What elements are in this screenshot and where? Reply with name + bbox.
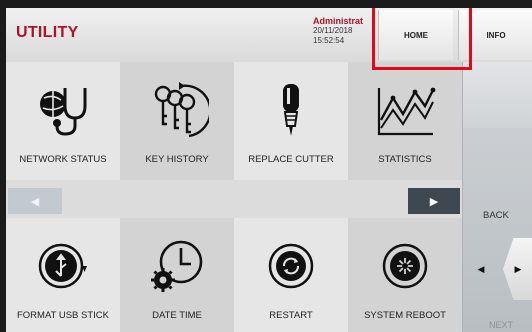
tile-label: FORMAT USB STICK bbox=[16, 310, 110, 321]
nav-left-button[interactable]: ◀ bbox=[471, 258, 491, 280]
next-button[interactable]: NEXT bbox=[489, 320, 513, 330]
date-time-icon bbox=[145, 236, 209, 296]
current-date: 20/11/2018 bbox=[313, 26, 353, 35]
page-title: UTILITY bbox=[16, 24, 79, 41]
chevron-right-icon: ▶ bbox=[429, 195, 439, 208]
utility-grid: NETWORK STATUS KEY HISTORY REPLACE CUTTE… bbox=[6, 62, 462, 332]
tile-system-reboot[interactable]: SYSTEM REBOOT bbox=[348, 218, 462, 332]
tile-label: REPLACE CUTTER bbox=[248, 154, 334, 165]
current-time: 15:52:54 bbox=[313, 36, 345, 45]
utility-screen: UTILITY Administrat 20/11/2018 15:52:54 … bbox=[6, 8, 532, 332]
back-button[interactable]: BACK bbox=[483, 210, 509, 221]
info-button-label: INFO bbox=[486, 30, 506, 40]
arrow-right-icon: ▶ bbox=[514, 263, 522, 274]
tile-label: DATE TIME bbox=[152, 310, 202, 321]
info-button[interactable]: INFO bbox=[458, 10, 532, 60]
tile-label: KEY HISTORY bbox=[145, 154, 209, 165]
right-nav-panel: BACK ◀ ▶ NEXT bbox=[462, 62, 532, 332]
right-panel-top bbox=[463, 62, 532, 128]
user-name: Administrat bbox=[313, 16, 364, 26]
home-button-label: HOME bbox=[404, 30, 428, 40]
tile-replace-cutter[interactable]: REPLACE CUTTER bbox=[234, 62, 348, 180]
tile-restart[interactable]: RESTART bbox=[234, 218, 348, 332]
tile-network-status[interactable]: NETWORK STATUS bbox=[6, 62, 120, 180]
system-reboot-icon bbox=[373, 236, 437, 296]
restart-icon bbox=[259, 236, 323, 296]
tile-label: SYSTEM REBOOT bbox=[364, 310, 446, 321]
tile-label: NETWORK STATUS bbox=[19, 154, 107, 165]
header-bar: UTILITY Administrat 20/11/2018 15:52:54 … bbox=[6, 8, 532, 63]
network-status-icon bbox=[31, 80, 95, 140]
statistics-icon bbox=[373, 80, 437, 140]
tile-date-time[interactable]: DATE TIME bbox=[120, 218, 234, 332]
tile-statistics[interactable]: STATISTICS bbox=[348, 62, 462, 180]
tile-label: RESTART bbox=[269, 310, 313, 321]
tile-format-usb-stick[interactable]: FORMAT USB STICK bbox=[6, 218, 120, 332]
usb-format-icon bbox=[31, 236, 95, 296]
pager-strip: ◀ ▶ bbox=[6, 180, 462, 218]
home-button[interactable]: HOME bbox=[378, 10, 453, 60]
arrow-left-icon: ◀ bbox=[477, 263, 485, 274]
prev-page-button[interactable]: ◀ bbox=[8, 188, 62, 214]
next-page-button[interactable]: ▶ bbox=[408, 188, 460, 214]
key-history-icon bbox=[145, 80, 209, 140]
chevron-left-icon: ◀ bbox=[30, 195, 40, 208]
nav-right-button[interactable]: ▶ bbox=[503, 238, 532, 300]
tile-key-history[interactable]: KEY HISTORY bbox=[120, 62, 234, 180]
session-info: Administrat 20/11/2018 15:52:54 bbox=[313, 16, 373, 46]
replace-cutter-icon bbox=[259, 80, 323, 140]
tile-label: STATISTICS bbox=[378, 154, 432, 165]
